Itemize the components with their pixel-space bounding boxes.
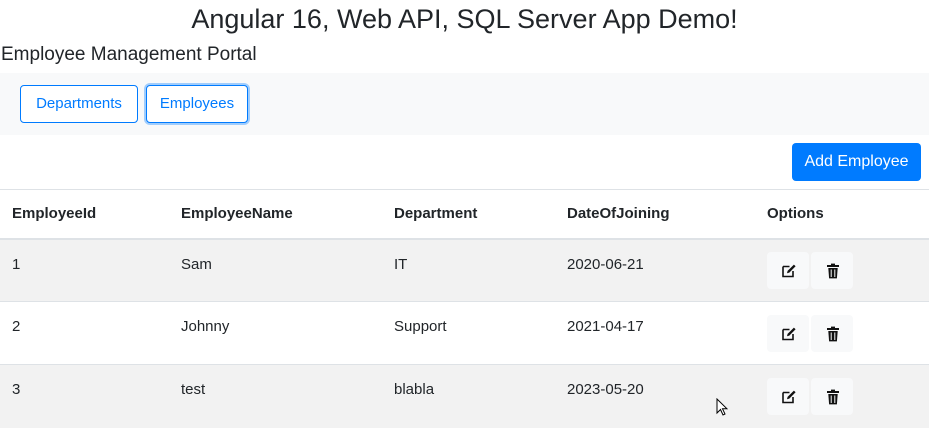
header-department: Department <box>382 189 555 240</box>
edit-button[interactable] <box>767 251 809 289</box>
table-header-row: EmployeeId EmployeeName Department DateO… <box>0 189 929 240</box>
header-employee-name: EmployeeName <box>169 189 382 240</box>
edit-icon <box>782 264 796 278</box>
cell-options <box>755 364 929 428</box>
header-date-of-joining: DateOfJoining <box>555 189 755 240</box>
delete-button[interactable] <box>811 377 853 415</box>
employee-table: EmployeeId EmployeeName Department DateO… <box>0 189 929 428</box>
trash-icon <box>827 263 839 279</box>
cell-date-of-joining: 2020-06-21 <box>555 238 755 302</box>
cell-department: Support <box>382 301 555 365</box>
header-options: Options <box>755 189 929 240</box>
table-row: 2 Johnny Support 2021-04-17 <box>0 301 929 365</box>
header-employee-id: EmployeeId <box>0 189 169 240</box>
cell-employee-id: 2 <box>0 301 169 365</box>
trash-icon <box>827 389 839 405</box>
cell-employee-name: test <box>169 364 382 428</box>
delete-button[interactable] <box>811 314 853 352</box>
page: Angular 16, Web API, SQL Server App Demo… <box>0 0 929 440</box>
edit-button[interactable] <box>767 314 809 352</box>
cell-employee-name: Sam <box>169 238 382 302</box>
cell-employee-id: 3 <box>0 364 169 428</box>
departments-nav-button[interactable]: Departments <box>20 85 138 123</box>
cell-date-of-joining: 2023-05-20 <box>555 364 755 428</box>
cell-options <box>755 238 929 302</box>
add-employee-button[interactable]: Add Employee <box>792 143 921 181</box>
edit-icon <box>782 390 796 404</box>
edit-button[interactable] <box>767 377 809 415</box>
table-row: 1 Sam IT 2020-06-21 <box>0 238 929 302</box>
employees-nav-button[interactable]: Employees <box>146 85 248 123</box>
cell-department: blabla <box>382 364 555 428</box>
mouse-cursor-icon <box>716 398 728 416</box>
portal-title: Employee Management Portal <box>1 44 257 65</box>
edit-icon <box>782 327 796 340</box>
navbar: Departments Employees <box>0 73 929 135</box>
delete-button[interactable] <box>811 251 853 289</box>
app-title: Angular 16, Web API, SQL Server App Demo… <box>191 4 738 34</box>
cell-department: IT <box>382 238 555 302</box>
cell-employee-name: Johnny <box>169 301 382 365</box>
cell-date-of-joining: 2021-04-17 <box>555 301 755 365</box>
trash-icon <box>827 326 839 341</box>
cell-options <box>755 301 929 365</box>
cell-employee-id: 1 <box>0 238 169 302</box>
table-row: 3 test blabla 2023-05-20 <box>0 364 929 428</box>
